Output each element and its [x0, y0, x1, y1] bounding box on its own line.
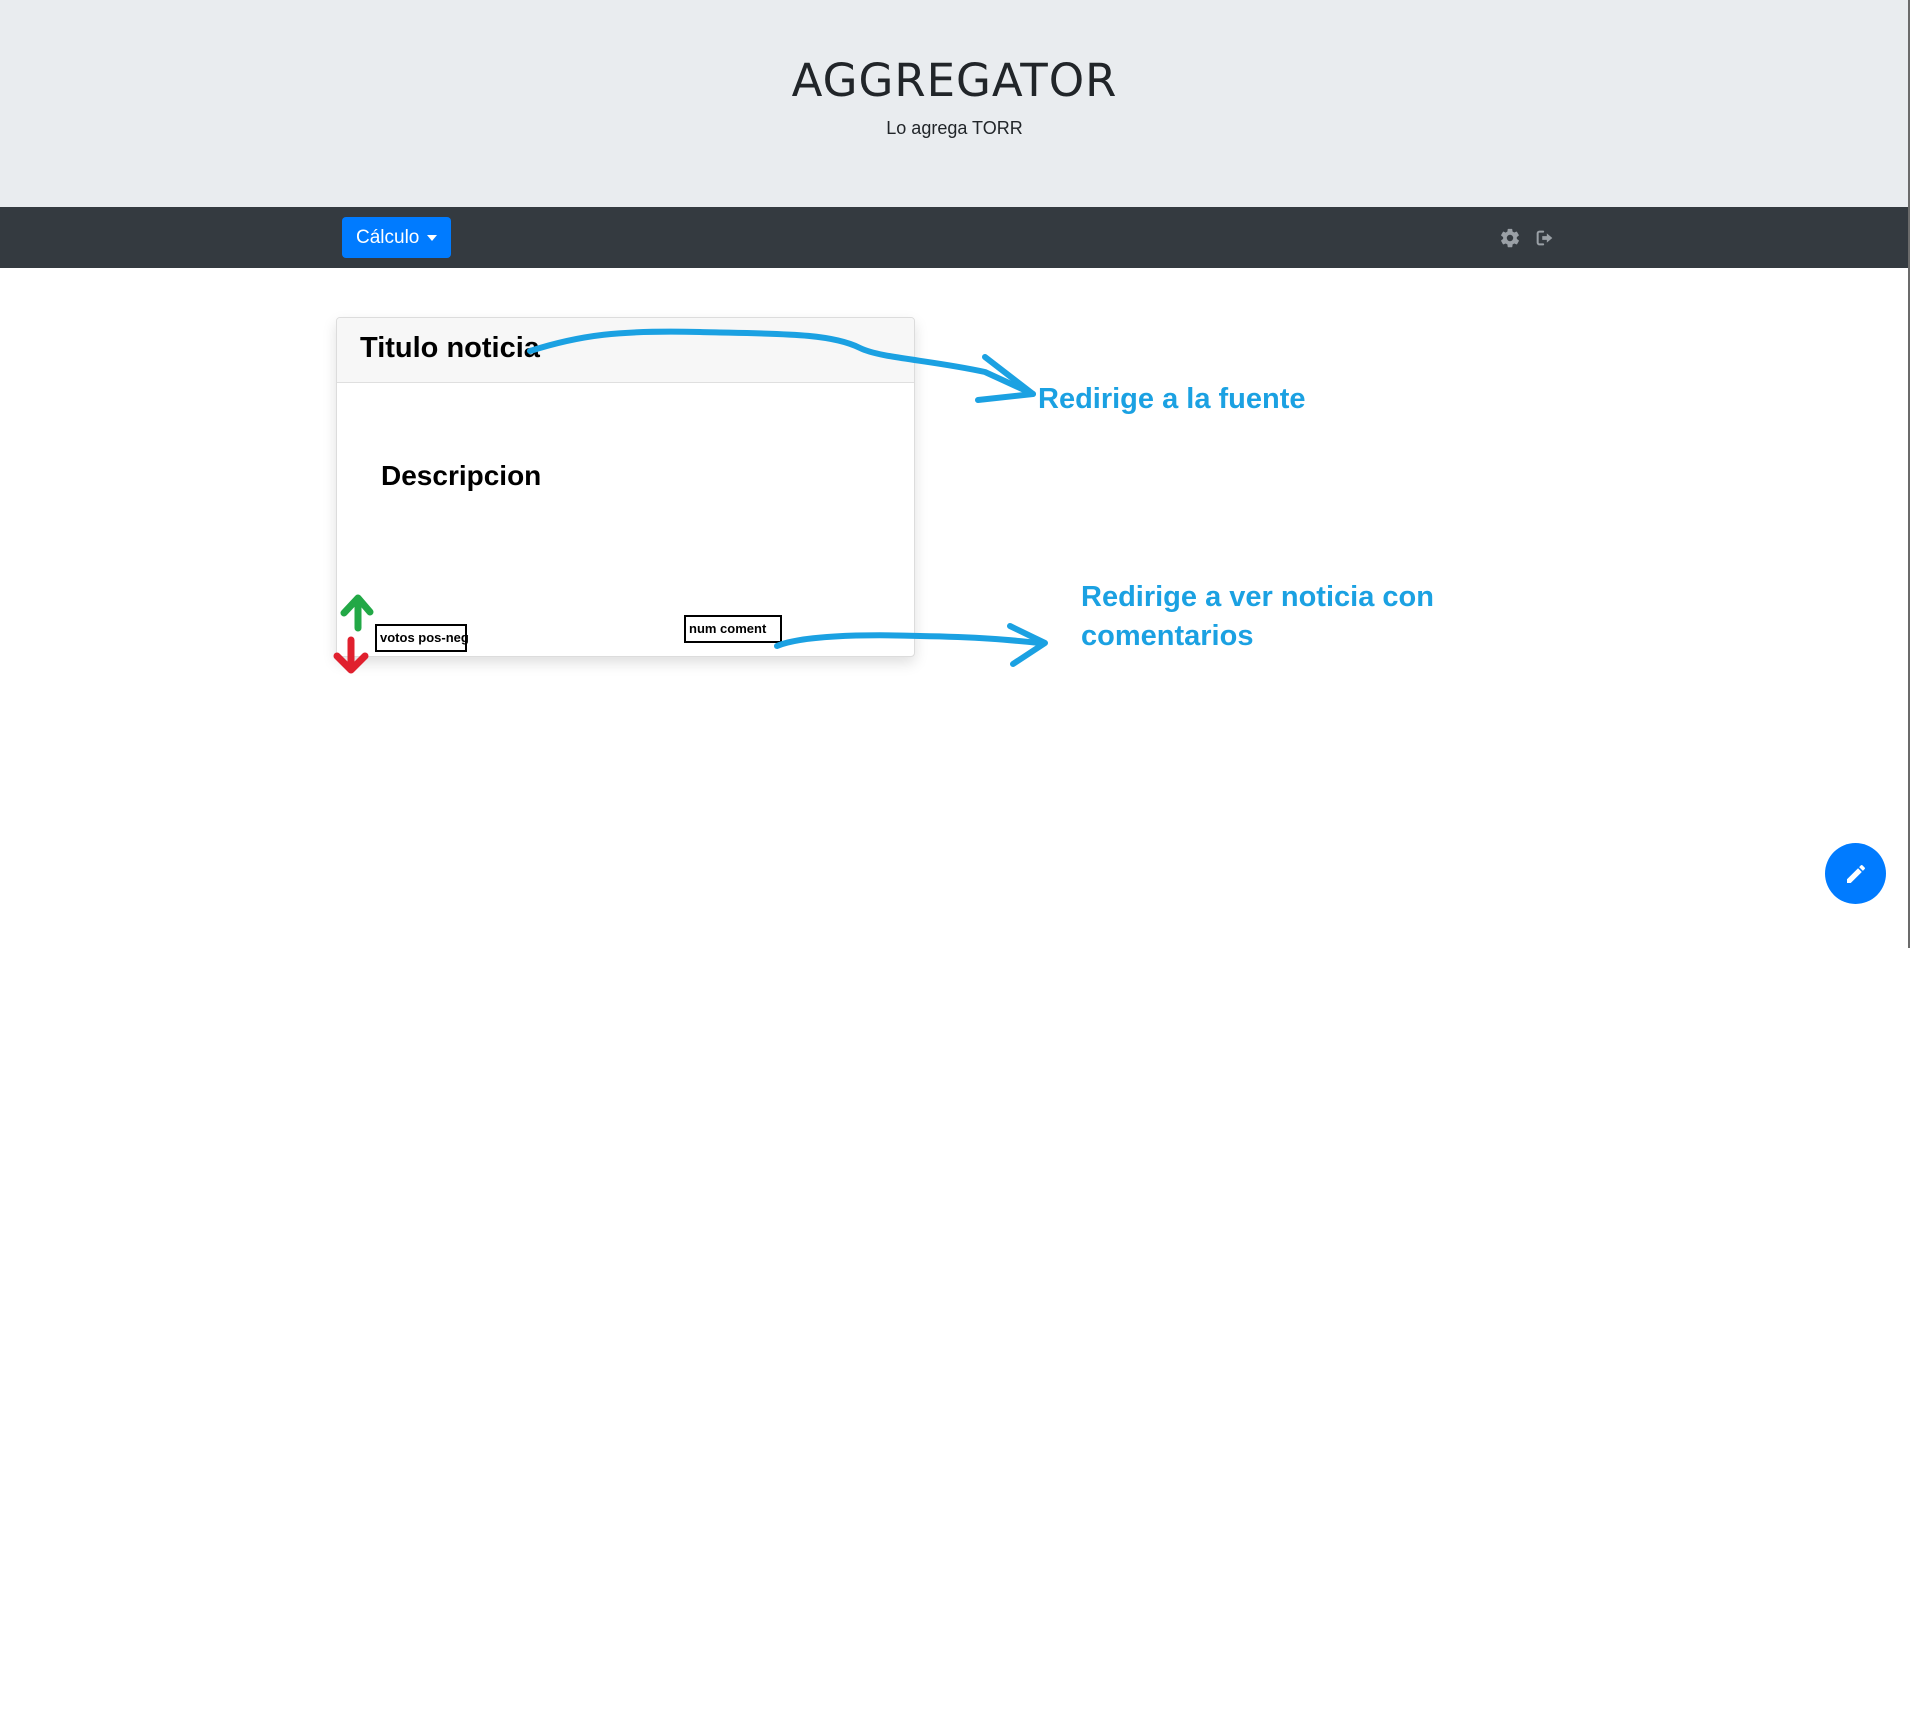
pencil-icon [1846, 864, 1865, 883]
compose-fab-button[interactable] [1825, 843, 1886, 904]
annotation-comments-note: Redirige a ver noticia con comentarios [1081, 581, 1434, 652]
arrow-to-comments-head [1007, 623, 1048, 667]
arrow-to-source [527, 328, 1036, 397]
annotation-source-note: Redirige a la fuente [1038, 383, 1306, 415]
arrow-to-comments [774, 632, 1043, 649]
annotation-arrows [527, 328, 1048, 667]
